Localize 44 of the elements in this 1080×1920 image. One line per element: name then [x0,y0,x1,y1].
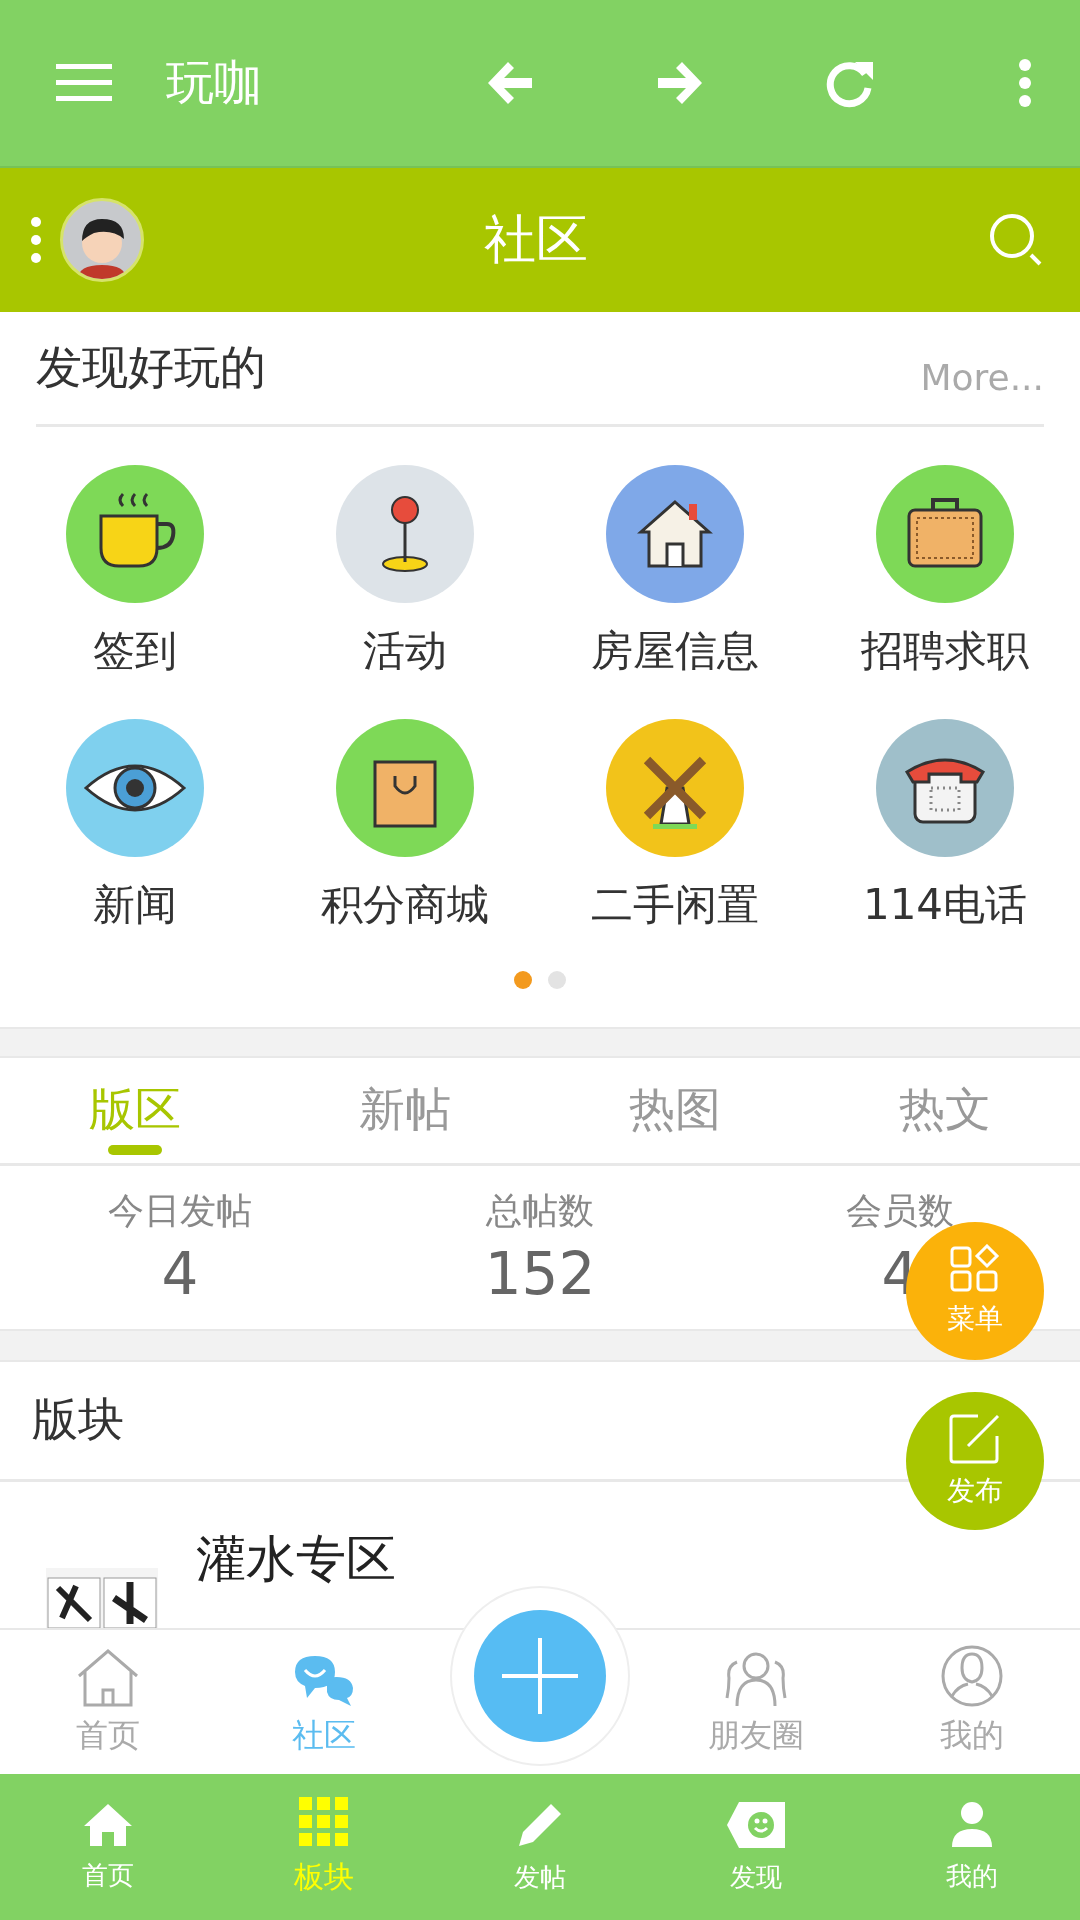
tab-bar-item[interactable]: 首页 [0,1774,216,1920]
publish-button[interactable]: 发布 [906,1392,1044,1530]
menu-icon [56,64,112,102]
more-icon [1017,58,1033,108]
category-label[interactable]: 二手闲置 [591,877,759,934]
page-title: 社区 [483,208,589,271]
nav-tab[interactable]: 我的 [864,1630,1080,1774]
more-link[interactable]: More... [920,356,1044,398]
nav-tab[interactable]: 社区 [216,1630,432,1774]
person-icon [950,1800,994,1849]
forum-name[interactable]: 灌水专区 [196,1526,396,1593]
stat-value: 152 [484,1239,596,1308]
stat-label: 今日发帖 [108,1188,252,1233]
stat-label: 总帖数 [486,1188,594,1233]
category-label[interactable]: 房屋信息 [591,623,759,680]
smiley-tag-icon [725,1799,787,1850]
nav-tab[interactable]: 首页 [0,1630,216,1774]
grid-icon [299,1796,349,1847]
stat-value: 4 [161,1239,199,1308]
home-icon [82,1801,134,1848]
user-icon [940,1644,1004,1708]
category-label[interactable]: 积分商城 [321,877,489,934]
app-title: 玩咖 [166,53,263,112]
plus-icon [500,1636,580,1716]
tab-bar-item[interactable]: 我的 [864,1774,1080,1920]
category-label[interactable]: 114电话 [862,877,1028,934]
section-title: 版块 [32,1391,124,1449]
category-label[interactable]: 签到 [93,623,177,680]
category-label[interactable]: 新闻 [93,877,177,934]
tab[interactable]: 版区 [0,1057,270,1163]
category-label[interactable]: 招聘求职 [861,623,1029,680]
section-title: 发现好玩的 [36,339,266,396]
edit-icon [948,1412,1002,1466]
tab-bar-item[interactable]: 发帖 [432,1774,648,1920]
home-icon [75,1648,141,1708]
tab-indicator [108,1144,162,1155]
nav-tab[interactable]: 朋友圈 [648,1630,864,1774]
tab-bar-item[interactable]: 板块 [216,1774,432,1920]
category-label[interactable]: 活动 [363,623,447,680]
tiles-icon [950,1244,1000,1294]
tab[interactable]: 新帖 [270,1057,540,1163]
tab-bar-item[interactable]: 发现 [648,1774,864,1920]
tab[interactable]: 热图 [540,1057,810,1163]
tab[interactable]: 热文 [810,1057,1080,1163]
